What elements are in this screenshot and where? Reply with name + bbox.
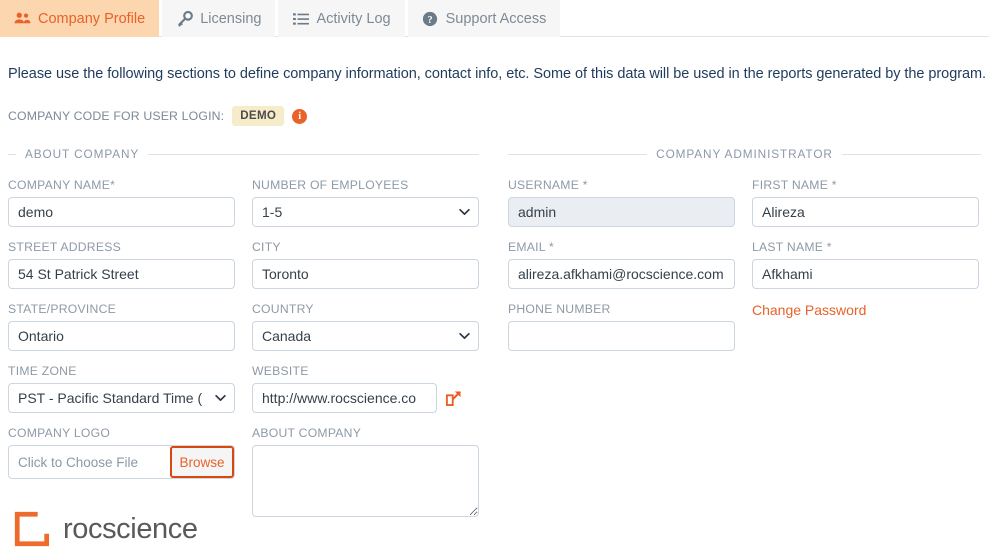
form-row: EMAIL * LAST NAME * bbox=[508, 240, 981, 289]
state-province-input[interactable] bbox=[8, 321, 235, 351]
city-input[interactable] bbox=[252, 259, 479, 289]
company-name-label: COMPANY NAME* bbox=[8, 178, 116, 192]
company-code-line: COMPANY CODE FOR USER LOGIN: DEMO i bbox=[8, 106, 308, 126]
email-input[interactable] bbox=[508, 259, 735, 289]
field-street-address: STREET ADDRESS bbox=[8, 240, 235, 289]
form-row: STREET ADDRESS CITY bbox=[8, 240, 479, 289]
list-icon bbox=[292, 10, 309, 27]
tab-activity-log[interactable]: Activity Log bbox=[278, 0, 405, 37]
form-row: COMPANY LOGO Click to Choose File Browse… bbox=[8, 426, 479, 522]
field-company-logo: COMPANY LOGO Click to Choose File Browse bbox=[8, 426, 235, 522]
company-code-label: COMPANY CODE FOR USER LOGIN: bbox=[8, 109, 225, 123]
section-title-text: COMPANY ADMINISTRATOR bbox=[656, 147, 833, 161]
field-company-name: COMPANY NAME* bbox=[8, 178, 235, 227]
street-address-input[interactable] bbox=[8, 259, 235, 289]
company-code-badge: DEMO bbox=[232, 106, 285, 126]
first-name-label: FIRST NAME * bbox=[752, 178, 837, 192]
about-company-section: ABOUT COMPANY COMPANY NAME* NUMBER OF EM… bbox=[8, 145, 479, 535]
field-first-name: FIRST NAME * bbox=[752, 178, 979, 227]
rocscience-wordmark: rocscience bbox=[63, 512, 198, 545]
field-change-password: Change Password bbox=[752, 302, 979, 351]
tab-label: Company Profile bbox=[38, 10, 146, 27]
divider-left bbox=[8, 153, 16, 155]
about-company-textarea[interactable] bbox=[252, 445, 479, 517]
section-title-text: ABOUT COMPANY bbox=[25, 147, 140, 161]
divider-right bbox=[841, 153, 981, 155]
website-label: WEBSITE bbox=[252, 364, 309, 378]
form-row: TIME ZONE PST - Pacific Standard Time ( … bbox=[8, 364, 479, 413]
rocscience-logo: rocscience bbox=[12, 510, 198, 548]
time-zone-label: TIME ZONE bbox=[8, 364, 77, 378]
field-email: EMAIL * bbox=[508, 240, 735, 289]
company-administrator-section: COMPANY ADMINISTRATOR USERNAME * FIRST N… bbox=[508, 145, 981, 364]
field-phone-number: PHONE NUMBER bbox=[508, 302, 735, 351]
about-company-section-title: ABOUT COMPANY bbox=[8, 145, 479, 163]
last-name-label: LAST NAME * bbox=[752, 240, 832, 254]
field-time-zone: TIME ZONE PST - Pacific Standard Time ( bbox=[8, 364, 235, 413]
website-input-group bbox=[252, 383, 479, 413]
company-profile-page: Company Profile Licensing Activity Log ?… bbox=[0, 0, 989, 558]
info-icon[interactable]: i bbox=[292, 108, 308, 124]
field-website: WEBSITE bbox=[252, 364, 479, 413]
tab-company-profile[interactable]: Company Profile bbox=[0, 0, 160, 37]
state-province-label: STATE/PROVINCE bbox=[8, 302, 117, 316]
external-link-icon[interactable] bbox=[445, 390, 462, 407]
tab-support-access[interactable]: ? Support Access bbox=[407, 0, 561, 37]
street-address-label: STREET ADDRESS bbox=[8, 240, 121, 254]
field-number-of-employees: NUMBER OF EMPLOYEES 1-5 bbox=[252, 178, 479, 227]
country-label: COUNTRY bbox=[252, 302, 314, 316]
username-input bbox=[508, 197, 735, 227]
browse-button[interactable]: Browse bbox=[170, 446, 234, 478]
company-administrator-section-title: COMPANY ADMINISTRATOR bbox=[508, 145, 981, 163]
tab-label: Activity Log bbox=[316, 10, 391, 27]
email-label: EMAIL * bbox=[508, 240, 555, 254]
company-name-input[interactable] bbox=[8, 197, 235, 227]
employees-label: NUMBER OF EMPLOYEES bbox=[252, 178, 409, 192]
field-about-company: ABOUT COMPANY bbox=[252, 426, 479, 522]
form-row: PHONE NUMBER Change Password bbox=[508, 302, 981, 351]
country-select[interactable]: Canada bbox=[252, 321, 479, 351]
time-zone-select-wrap: PST - Pacific Standard Time ( bbox=[8, 383, 235, 413]
company-logo-label: COMPANY LOGO bbox=[8, 426, 111, 440]
first-name-input[interactable] bbox=[752, 197, 979, 227]
rocscience-logomark-icon bbox=[14, 511, 50, 547]
users-icon bbox=[14, 10, 31, 27]
username-label: USERNAME * bbox=[508, 178, 588, 192]
city-label: CITY bbox=[252, 240, 281, 254]
form-row: COMPANY NAME* NUMBER OF EMPLOYEES 1-5 bbox=[8, 178, 479, 227]
field-country: COUNTRY Canada bbox=[252, 302, 479, 351]
phone-number-input[interactable] bbox=[508, 321, 735, 351]
file-name-placeholder: Click to Choose File bbox=[18, 454, 139, 470]
field-state-province: STATE/PROVINCE bbox=[8, 302, 235, 351]
phone-number-label: PHONE NUMBER bbox=[508, 302, 611, 316]
tab-label: Licensing bbox=[200, 10, 262, 27]
divider-left bbox=[508, 153, 648, 155]
field-username: USERNAME * bbox=[508, 178, 735, 227]
svg-text:?: ? bbox=[428, 14, 433, 25]
tab-licensing[interactable]: Licensing bbox=[162, 0, 276, 37]
country-select-wrap: Canada bbox=[252, 321, 479, 351]
time-zone-select[interactable]: PST - Pacific Standard Time ( bbox=[8, 383, 235, 413]
website-input[interactable] bbox=[252, 383, 437, 413]
intro-text: Please use the following sections to def… bbox=[8, 66, 987, 82]
form-row: STATE/PROVINCE COUNTRY Canada bbox=[8, 302, 479, 351]
tab-label: Support Access bbox=[445, 10, 547, 27]
employees-select-wrap: 1-5 bbox=[252, 197, 479, 227]
field-city: CITY bbox=[252, 240, 479, 289]
employees-select[interactable]: 1-5 bbox=[252, 197, 479, 227]
divider-right bbox=[148, 153, 479, 155]
question-circle-icon: ? bbox=[422, 10, 439, 27]
company-logo-file-picker[interactable]: Click to Choose File Browse bbox=[8, 445, 235, 479]
change-password-link[interactable]: Change Password bbox=[752, 280, 866, 318]
about-company-label: ABOUT COMPANY bbox=[252, 426, 362, 440]
key-icon bbox=[176, 10, 193, 27]
tab-bar: Company Profile Licensing Activity Log ?… bbox=[0, 0, 989, 37]
form-row: USERNAME * FIRST NAME * bbox=[508, 178, 981, 227]
